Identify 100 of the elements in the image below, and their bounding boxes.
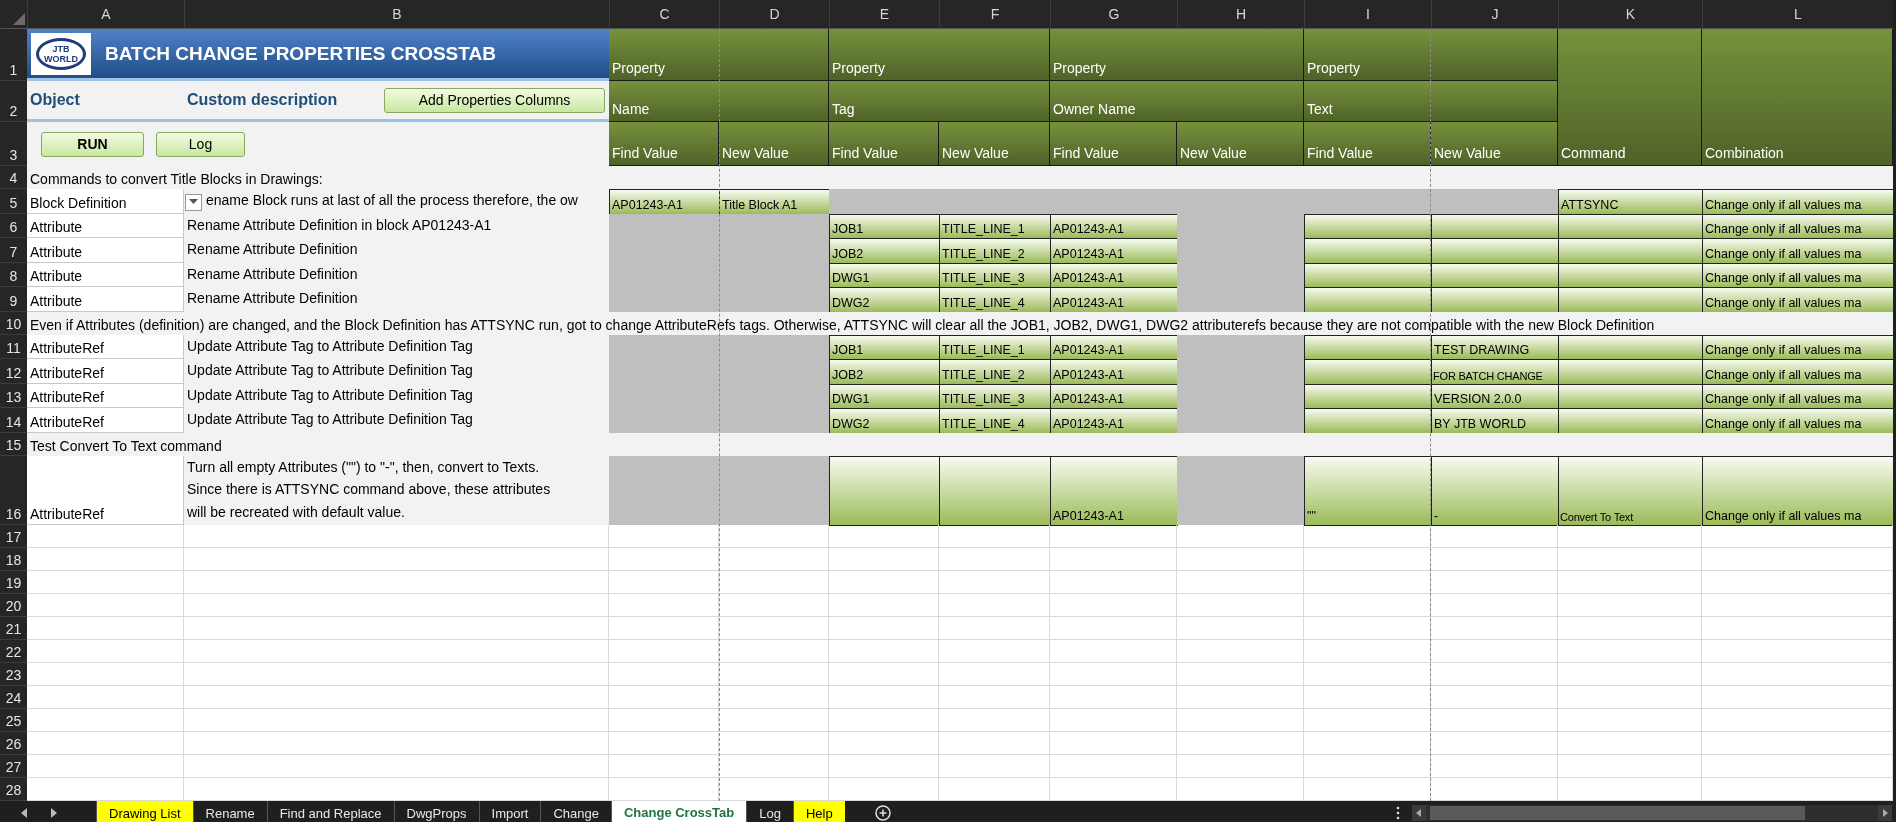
log-button[interactable]: Log bbox=[156, 131, 245, 157]
row-number[interactable]: 17 bbox=[0, 525, 27, 548]
table-cell: TITLE_LINE_3 bbox=[939, 262, 1051, 288]
sheet-tab[interactable]: Find and Replace bbox=[266, 801, 394, 822]
row-number[interactable]: 27 bbox=[0, 755, 27, 778]
table-cell: Change only if all values ma bbox=[1702, 287, 1894, 313]
column-header[interactable]: K bbox=[1558, 0, 1702, 29]
table-cell: TITLE_LINE_4 bbox=[939, 287, 1051, 313]
sheet-tab[interactable]: Log bbox=[746, 801, 793, 822]
column-header[interactable]: L bbox=[1702, 0, 1893, 29]
table-cell: FOR BATCH CHANGE bbox=[1431, 359, 1559, 385]
header-cell: Owner Name bbox=[1050, 81, 1304, 122]
table-cell: AP01243-A1 bbox=[609, 189, 720, 215]
table-cell: Change only if all values ma bbox=[1702, 262, 1894, 288]
row-number[interactable]: 6 bbox=[0, 213, 27, 238]
row-number[interactable]: 8 bbox=[0, 262, 27, 287]
column-header[interactable]: E bbox=[829, 0, 939, 29]
table-cell: JOB1 bbox=[829, 213, 940, 239]
table-cell: TITLE_LINE_2 bbox=[939, 238, 1051, 264]
table-cell: AP01243-A1 bbox=[1050, 238, 1178, 264]
description-text: Rename Attribute Definition bbox=[186, 264, 358, 284]
add-sheet-icon[interactable] bbox=[874, 805, 891, 821]
row-number[interactable]: 1 bbox=[0, 29, 27, 81]
table-cell: AttributeRef bbox=[27, 383, 184, 408]
scroll-left-icon[interactable] bbox=[20, 808, 28, 818]
row-number[interactable]: 4 bbox=[0, 166, 27, 189]
row-number[interactable]: 28 bbox=[0, 778, 27, 801]
header-cell: Text bbox=[1304, 81, 1558, 122]
column-header[interactable]: I bbox=[1304, 0, 1431, 29]
sheet-tab[interactable]: Change CrossTab bbox=[610, 801, 747, 822]
column-header[interactable]: B bbox=[184, 0, 609, 29]
sheet-tab[interactable]: Rename bbox=[192, 801, 267, 822]
scroll-left-icon[interactable] bbox=[1412, 805, 1426, 821]
table-cell: Attribute bbox=[27, 213, 184, 238]
row-number[interactable]: 3 bbox=[0, 122, 27, 166]
table-cell: Change only if all values ma bbox=[1702, 213, 1894, 239]
row-number[interactable]: 26 bbox=[0, 732, 27, 755]
table-cell: Change only if all values ma bbox=[1702, 238, 1894, 264]
table-cell: Change only if all values ma bbox=[1702, 359, 1894, 385]
row-number[interactable]: 18 bbox=[0, 548, 27, 571]
table-cell: Change only if all values ma bbox=[1702, 334, 1894, 360]
row-number[interactable]: 14 bbox=[0, 408, 27, 433]
row-number[interactable]: 13 bbox=[0, 383, 27, 408]
column-header[interactable]: D bbox=[719, 0, 829, 29]
table-cell: AP01243-A1 bbox=[1050, 455, 1178, 526]
row-number[interactable]: 11 bbox=[0, 334, 27, 359]
header-cell: Property bbox=[1304, 29, 1558, 81]
run-button[interactable]: RUN bbox=[41, 131, 144, 157]
table-cell: Convert To Text bbox=[1558, 455, 1703, 526]
column-header[interactable]: H bbox=[1177, 0, 1304, 29]
description-text: Rename Attribute Definition in block AP01243-A1 bbox=[186, 215, 492, 235]
table-cell: - bbox=[1431, 455, 1559, 526]
column-header[interactable]: A bbox=[27, 0, 184, 29]
scroll-right-icon[interactable] bbox=[1878, 805, 1892, 821]
row-number[interactable]: 16 bbox=[0, 455, 27, 525]
row-number[interactable]: 9 bbox=[0, 287, 27, 312]
table-cell: TITLE_LINE_4 bbox=[939, 408, 1051, 434]
dropdown-button[interactable] bbox=[185, 193, 202, 211]
row-number[interactable]: 23 bbox=[0, 663, 27, 686]
column-header[interactable]: F bbox=[939, 0, 1050, 29]
row-number[interactable]: 19 bbox=[0, 571, 27, 594]
column-header[interactable]: G bbox=[1050, 0, 1177, 29]
sheet-tab[interactable]: Help bbox=[792, 801, 845, 822]
row-number[interactable]: 22 bbox=[0, 640, 27, 663]
description-text: ename Block runs at last of all the process therefore, the ow bbox=[206, 191, 578, 210]
column-header[interactable]: J bbox=[1431, 0, 1558, 29]
header-cell: Find Value bbox=[609, 122, 719, 166]
table-cell: DWG1 bbox=[829, 262, 940, 288]
add-columns-button[interactable]: Add Properties Columns bbox=[384, 87, 605, 113]
scroll-right-icon[interactable] bbox=[50, 808, 58, 818]
row-number[interactable]: 24 bbox=[0, 686, 27, 709]
more-options-icon[interactable] bbox=[1396, 806, 1400, 820]
row-number[interactable]: 2 bbox=[0, 81, 27, 122]
row-number[interactable]: 7 bbox=[0, 238, 27, 263]
row-number[interactable]: 10 bbox=[0, 311, 27, 335]
table-cell: Attribute bbox=[27, 287, 184, 312]
header-cell: Tag bbox=[829, 81, 1050, 122]
table-cell: DWG1 bbox=[829, 383, 940, 409]
row-number[interactable]: 25 bbox=[0, 709, 27, 732]
row-number[interactable]: 21 bbox=[0, 617, 27, 640]
table-cell: TITLE_LINE_1 bbox=[939, 213, 1051, 239]
sheet-tab[interactable]: Drawing List bbox=[96, 801, 193, 822]
table-cell: DWG2 bbox=[829, 287, 940, 313]
row-number[interactable]: 15 bbox=[0, 432, 27, 456]
horizontal-scrollbar[interactable] bbox=[1412, 805, 1892, 821]
caret-icon bbox=[189, 199, 198, 205]
sheet-tab[interactable]: Change bbox=[540, 801, 611, 822]
column-header[interactable]: C bbox=[609, 0, 719, 29]
sheet-tab[interactable]: DwgProps bbox=[393, 801, 479, 822]
table-cell: AP01243-A1 bbox=[1050, 287, 1178, 313]
table-cell: Block Definition bbox=[27, 189, 184, 214]
row-number[interactable]: 20 bbox=[0, 594, 27, 617]
row-number[interactable]: 12 bbox=[0, 359, 27, 384]
header-cell: Property bbox=[829, 29, 1050, 81]
select-all-icon[interactable] bbox=[13, 13, 25, 25]
row-number[interactable]: 5 bbox=[0, 189, 27, 214]
description-text: Update Attribute Tag to Attribute Definition Tag bbox=[186, 336, 473, 356]
table-cell: "" bbox=[1304, 455, 1432, 526]
description-text: Rename Attribute Definition bbox=[186, 240, 358, 259]
sheet-tab[interactable]: Import bbox=[478, 801, 541, 822]
